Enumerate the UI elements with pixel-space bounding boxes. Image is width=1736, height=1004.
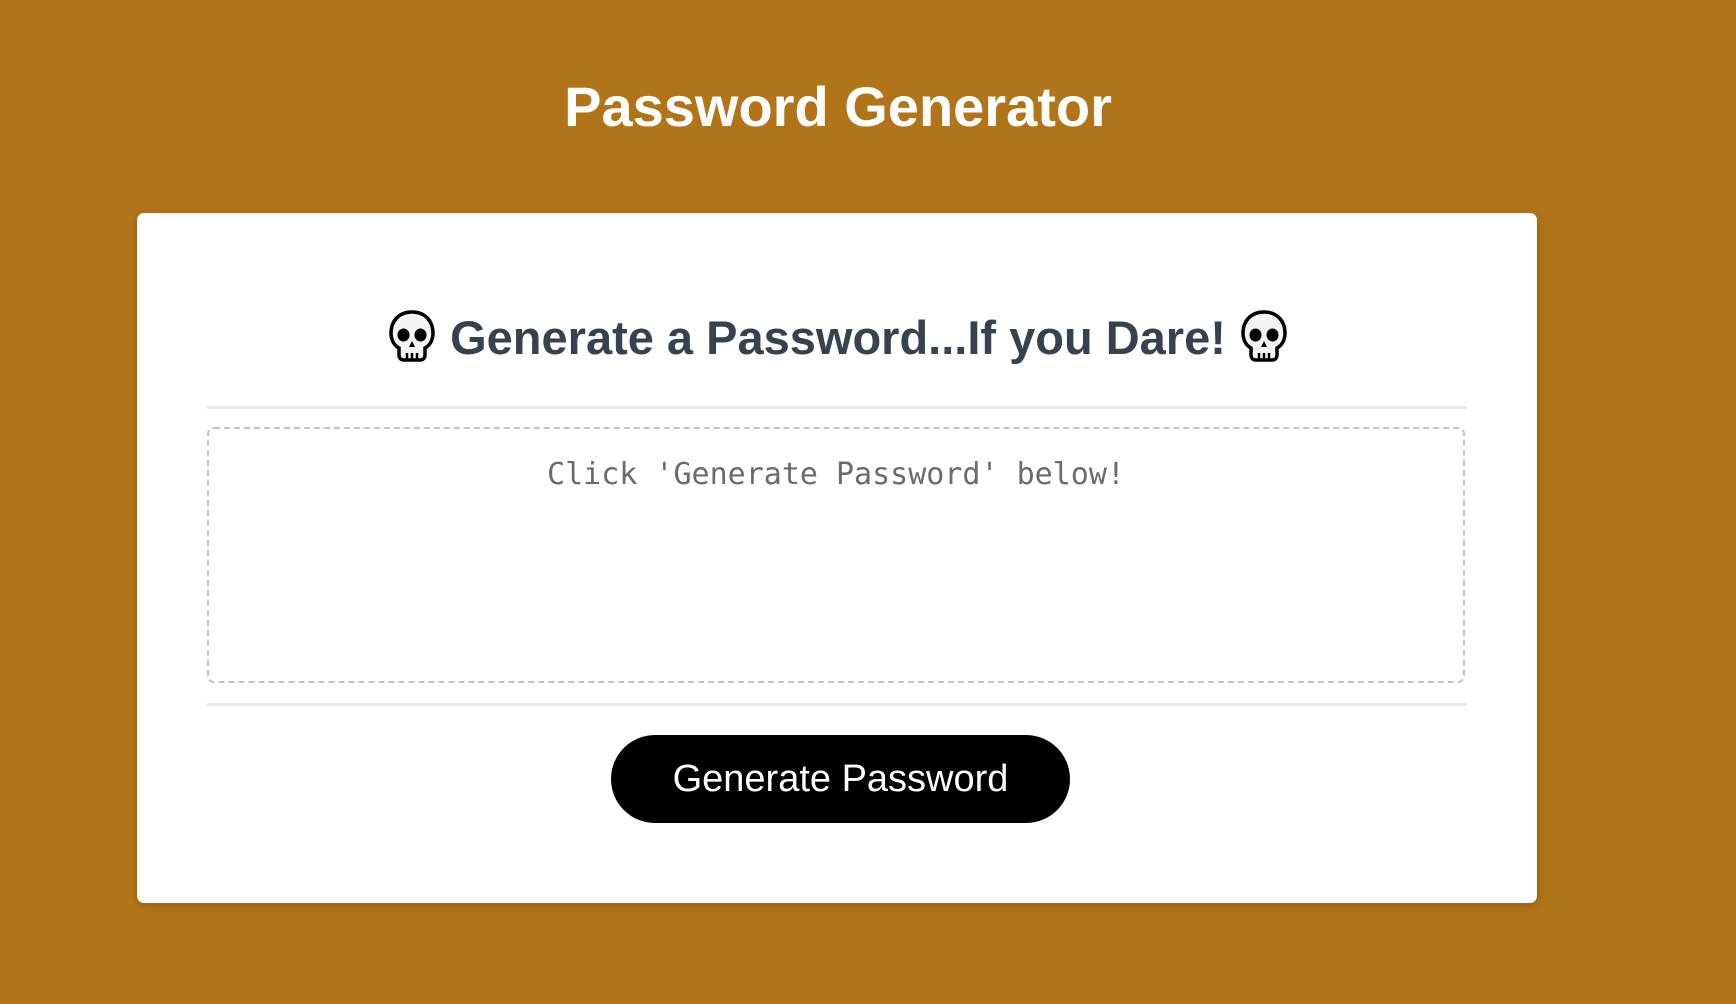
page-title: Password Generator [564, 75, 1112, 138]
skull-icon [1240, 306, 1288, 362]
card-title: Generate a Password...If you Dare! [0, 298, 1676, 378]
generate-password-button[interactable]: Generate Password [611, 735, 1070, 823]
skull-icon [388, 306, 436, 362]
divider-top [207, 406, 1467, 409]
password-output[interactable] [207, 427, 1465, 683]
divider-bottom [207, 703, 1467, 706]
card-title-text: Generate a Password...If you Dare! [450, 311, 1226, 364]
